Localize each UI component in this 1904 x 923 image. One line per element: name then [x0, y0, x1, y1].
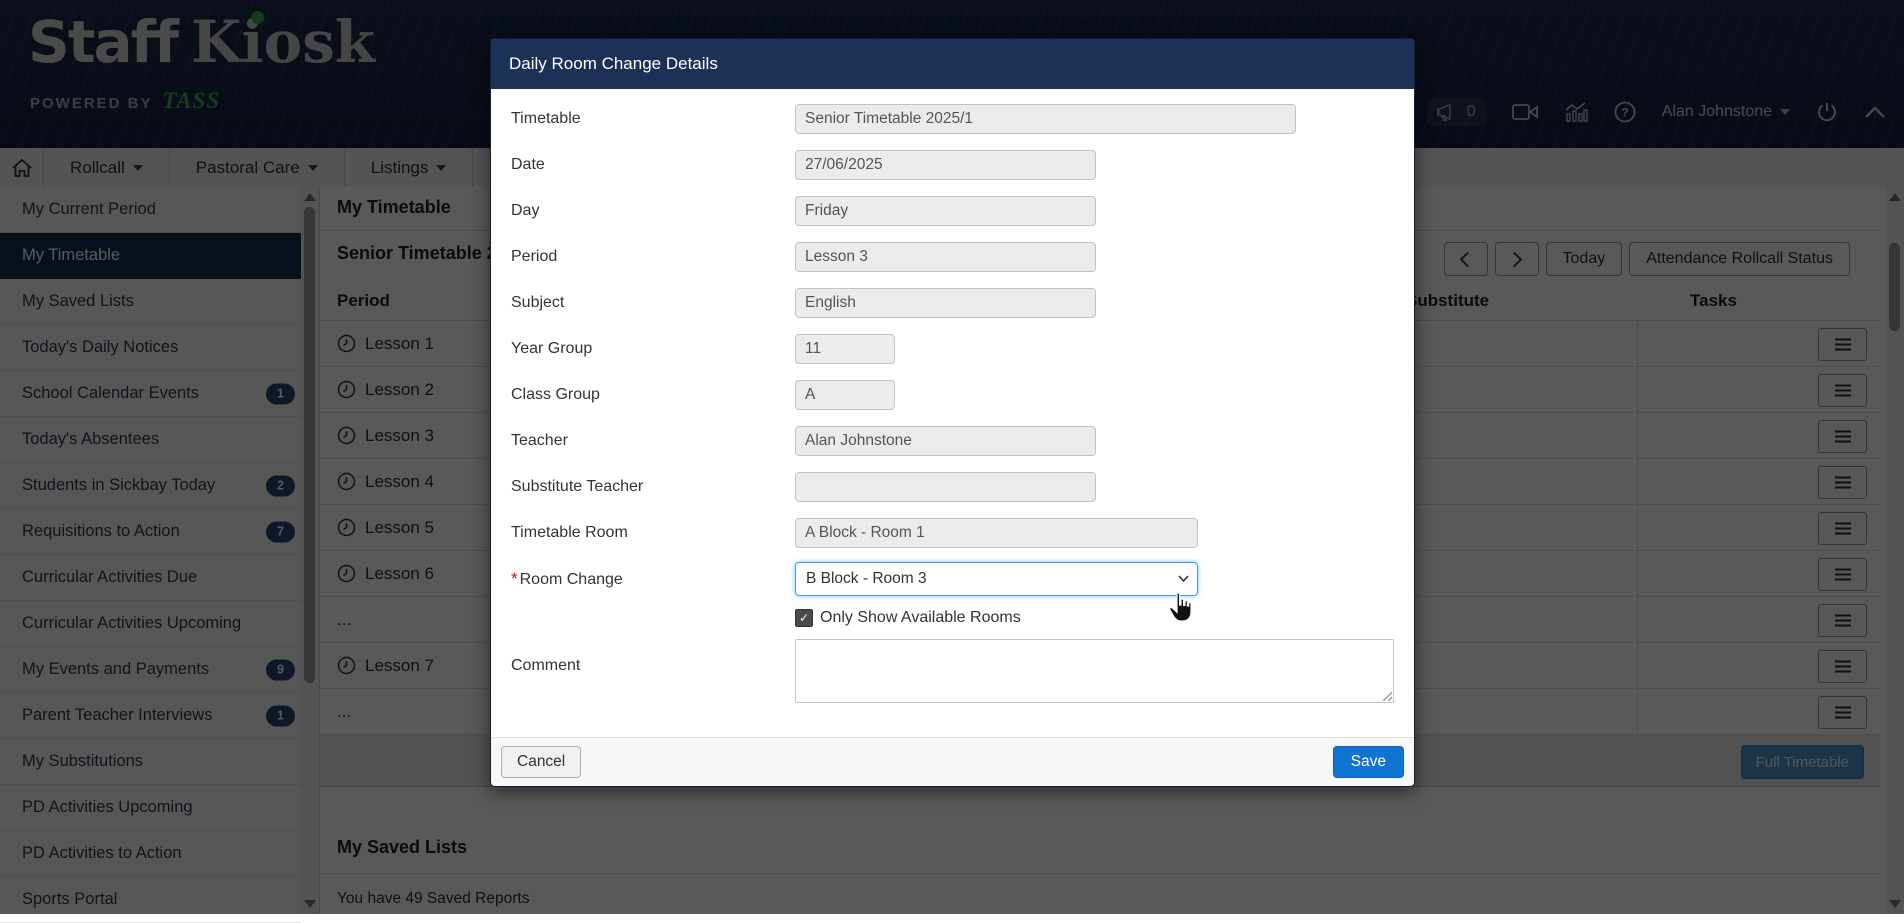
resize-grip-icon[interactable]	[1381, 690, 1392, 701]
teacher-field: Alan Johnstone	[795, 426, 1096, 456]
room_change-select[interactable]: B Block - Room 3	[795, 562, 1198, 596]
day-field: Friday	[795, 196, 1096, 226]
date-field: 27/06/2025	[795, 150, 1096, 180]
comment-textarea[interactable]	[795, 639, 1394, 703]
timetable_room-field: A Block - Room 1	[795, 518, 1198, 548]
field-label-date: Date	[511, 156, 795, 174]
field-label-comment: Comment	[511, 639, 795, 675]
field-label-day: Day	[511, 202, 795, 220]
field-label-class_group: Class Group	[511, 386, 795, 404]
cancel-button[interactable]: Cancel	[501, 746, 581, 778]
field-label-timetable: Timetable	[511, 110, 795, 128]
required-asterisk: *	[511, 569, 518, 588]
field-label-teacher: Teacher	[511, 432, 795, 450]
checkbox-label: Only Show Available Rooms	[820, 609, 1021, 627]
daily-room-change-dialog: Daily Room Change Details TimetableSenio…	[490, 38, 1415, 787]
timetable-field: Senior Timetable 2025/1	[795, 104, 1296, 134]
only-show-available-rooms-checkbox[interactable]: ✓	[795, 609, 813, 627]
field-label-substitute_teacher: Substitute Teacher	[511, 478, 795, 496]
substitute_teacher-field	[795, 472, 1096, 502]
field-label-room_change: *Room Change	[511, 569, 795, 589]
period-field: Lesson 3	[795, 242, 1096, 272]
class_group-field: A	[795, 380, 895, 410]
dialog-title: Daily Room Change Details	[491, 39, 1414, 89]
year_group-field: 11	[795, 334, 895, 364]
subject-field: English	[795, 288, 1096, 318]
field-label-timetable_room: Timetable Room	[511, 524, 795, 542]
field-label-year_group: Year Group	[511, 340, 795, 358]
field-label-period: Period	[511, 248, 795, 266]
field-label-subject: Subject	[511, 294, 795, 312]
save-button[interactable]: Save	[1333, 746, 1404, 778]
